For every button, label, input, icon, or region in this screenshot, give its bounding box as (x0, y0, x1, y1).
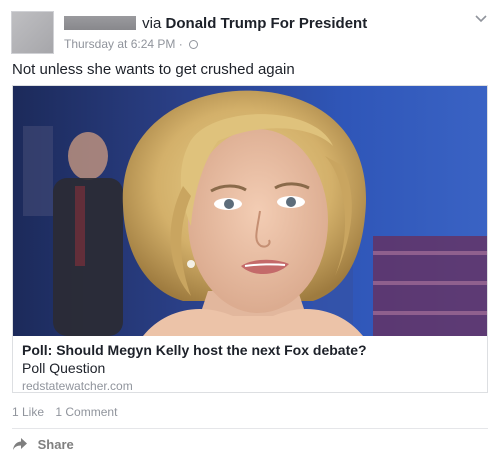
post-meta: Thursday at 6:24 PM · (64, 37, 199, 51)
share-button[interactable]: Share (12, 437, 74, 453)
comment-count[interactable]: 1 Comment (55, 405, 117, 419)
redacted-author-name[interactable] (64, 16, 136, 30)
photo-illustration (13, 86, 487, 336)
link-preview-text[interactable]: Poll: Should Megyn Kelly host the next F… (22, 341, 477, 394)
like-count[interactable]: 1 Like (12, 405, 44, 419)
globe-icon[interactable] (189, 40, 199, 49)
avatar[interactable] (11, 11, 54, 54)
share-label: Share (37, 437, 74, 452)
via-label: via (142, 15, 162, 32)
share-arrow-icon (13, 438, 27, 450)
divider (12, 428, 488, 429)
reaction-counts: 1 Like 1 Comment (12, 405, 125, 419)
link-preview-card[interactable]: Poll: Should Megyn Kelly host the next F… (12, 85, 488, 393)
feed-post: via Donald Trump For President Thursday … (0, 0, 500, 461)
page-name-link[interactable]: Donald Trump For President (166, 15, 368, 32)
post-timestamp[interactable]: Thursday at 6:24 PM (64, 37, 175, 51)
link-preview-image[interactable] (13, 86, 487, 336)
post-header: via Donald Trump For President (64, 15, 367, 33)
chevron-down-icon[interactable] (474, 14, 488, 24)
meta-separator: · (178, 37, 183, 51)
link-subtitle: Poll Question (22, 360, 106, 376)
link-domain: redstatewatcher.com (22, 379, 133, 393)
link-title[interactable]: Poll: Should Megyn Kelly host the next F… (22, 341, 477, 359)
post-message: Not unless she wants to get crushed agai… (12, 61, 295, 78)
